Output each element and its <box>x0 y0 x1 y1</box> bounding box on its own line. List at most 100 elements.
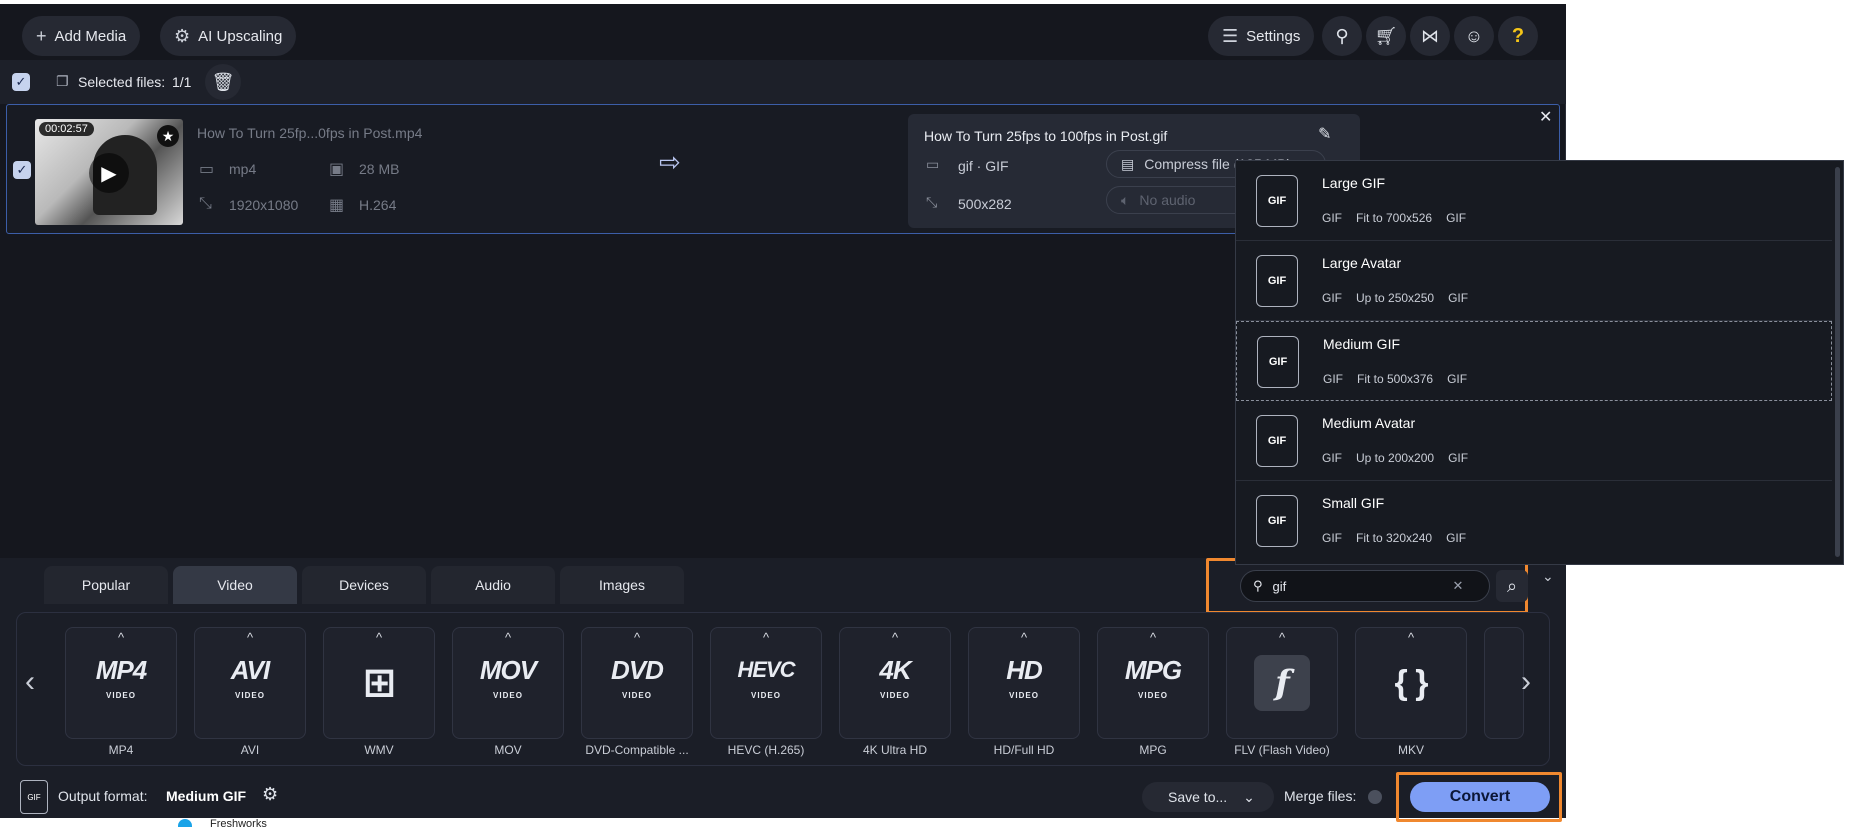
format-hevc[interactable]: ^ HEVC VIDEO <box>710 627 822 739</box>
search-icon[interactable]: ⚲ <box>1322 16 1362 56</box>
close-icon[interactable]: ✕ <box>1539 107 1552 127</box>
mpg-logo: MPG VIDEO <box>1124 655 1182 709</box>
format-label-mkv: MKV <box>1397 743 1424 757</box>
merge-files-toggle[interactable] <box>1368 790 1382 804</box>
merge-files-label: Merge files: <box>1284 788 1357 804</box>
output-format-label: Output format: <box>58 788 148 804</box>
format-label-mp4: MP4 <box>108 743 134 757</box>
resize-icon: ⤡ <box>926 194 938 210</box>
output-format: gif · GIF <box>958 158 1009 174</box>
format-next-partial[interactable] <box>1484 627 1524 739</box>
tab-audio[interactable]: Audio <box>431 566 555 604</box>
hevc-logo-sub: VIDEO <box>751 691 781 700</box>
tab-images[interactable]: Images <box>560 566 684 604</box>
format-label-mpg: MPG <box>1139 743 1167 757</box>
preset-codec: GIF <box>1448 451 1469 465</box>
preset-details: GIF Fit to 700x526 GIF <box>1322 211 1466 225</box>
preset-medium-gif[interactable]: GIF Medium GIF GIF Fit to 500x376 GIF <box>1236 321 1832 401</box>
settings-label: Settings <box>1246 27 1301 45</box>
preset-medium-avatar[interactable]: GIF Medium Avatar GIF Up to 200x200 GIF <box>1236 401 1832 481</box>
preset-size: Fit to 500x376 <box>1357 372 1434 386</box>
source-codec: H.264 <box>359 197 397 213</box>
add-media-button[interactable]: + Add Media <box>22 16 141 56</box>
gif-file-icon: GIF <box>1256 495 1298 547</box>
chevron-up-icon: ^ <box>117 630 125 645</box>
format-flv[interactable]: ^ f <box>1226 627 1338 739</box>
preset-name: Medium GIF <box>1323 336 1401 352</box>
preset-large-gif[interactable]: GIF Large GIF GIF Fit to 700x526 GIF <box>1236 161 1832 241</box>
chevron-left-icon[interactable]: ‹ <box>25 665 35 699</box>
ai-upscaling-button[interactable]: ⚙ AI Upscaling <box>160 16 297 56</box>
gear-icon[interactable]: ⚙ <box>262 784 278 805</box>
format-mov[interactable]: ^ MOV VIDEO <box>452 627 564 739</box>
chevron-down-icon[interactable]: ⌄ <box>1542 568 1554 585</box>
preset-details: GIF Up to 200x200 GIF <box>1322 451 1468 465</box>
flash-icon: f <box>1254 655 1310 711</box>
format-mpg[interactable]: ^ MPG VIDEO <box>1097 627 1209 739</box>
tab-video[interactable]: Video <box>173 566 297 604</box>
audio-label: No audio <box>1139 192 1196 208</box>
format-hd[interactable]: ^ HD VIDEO <box>968 627 1080 739</box>
chevron-down-icon[interactable]: ⌄ <box>1243 789 1255 806</box>
source-file-name: How To Turn 25fp...0fps in Post.mp4 <box>197 125 423 141</box>
format-panel: Popular Video Devices Audio Images ⚲ ✕ ⌕… <box>0 558 1566 822</box>
chevron-right-icon[interactable]: › <box>1521 665 1531 699</box>
trash-icon[interactable]: 🗑︎ <box>205 64 241 100</box>
save-to-button[interactable]: Save to... ⌄ <box>1142 782 1274 812</box>
selected-files-label: Selected files: <box>78 74 166 90</box>
cart-icon[interactable]: 🛒︎ <box>1366 16 1406 56</box>
chevron-up-icon: ^ <box>504 630 512 645</box>
preset-large-avatar[interactable]: GIF Large Avatar GIF Up to 250x250 GIF <box>1236 241 1832 321</box>
preset-small-gif[interactable]: GIF Small GIF GIF Fit to 320x240 GIF <box>1236 481 1832 561</box>
convert-arrow-icon: ⇨ <box>659 147 681 177</box>
source-resolution: 1920x1080 <box>229 197 299 213</box>
format-mp4[interactable]: ^ MP4 VIDEO <box>65 627 177 739</box>
mp4-logo-sub: VIDEO <box>106 691 136 700</box>
format-4k[interactable]: ^ 4K VIDEO <box>839 627 951 739</box>
settings-button[interactable]: ☰ Settings <box>1208 16 1315 56</box>
hevc-logo-text: HEVC <box>737 657 795 682</box>
tab-devices[interactable]: Devices <box>302 566 426 604</box>
ai-icon: ⚙ <box>174 25 191 46</box>
hd-logo: HD VIDEO <box>1006 657 1043 709</box>
preset-codec: GIF <box>1446 211 1467 225</box>
preset-details: GIF Up to 250x250 GIF <box>1322 291 1468 305</box>
gif-file-icon: GIF <box>1256 415 1298 467</box>
file-checkbox[interactable]: ✓ <box>13 161 31 179</box>
play-icon[interactable]: ▶ <box>89 153 129 193</box>
plus-icon: + <box>36 25 47 46</box>
preset-format: GIF <box>1322 451 1342 465</box>
tab-popular[interactable]: Popular <box>44 566 168 604</box>
4k-logo-text: 4K <box>879 655 911 685</box>
windows-logo-icon: ⊞ <box>362 661 397 705</box>
share-icon[interactable]: ⋈ <box>1410 16 1450 56</box>
chevron-up-icon: ^ <box>762 630 770 645</box>
format-avi[interactable]: ^ AVI VIDEO <box>194 627 306 739</box>
find-format-icon[interactable]: ⌕ <box>1496 570 1528 602</box>
format-wmv[interactable]: ^ ⊞ <box>323 627 435 739</box>
dvd-logo: DVD VIDEO <box>611 657 664 709</box>
format-mkv[interactable]: ^ { } <box>1355 627 1467 739</box>
avi-logo: AVI VIDEO <box>231 657 270 709</box>
video-thumbnail[interactable]: 00:02:57 ★ ▶ <box>35 119 183 225</box>
mpg-logo-text: MPG <box>1124 655 1182 685</box>
chevron-up-icon: ^ <box>1020 630 1028 645</box>
chevron-up-icon: ^ <box>891 630 899 645</box>
format-dvd[interactable]: ^ DVD VIDEO <box>581 627 693 739</box>
output-resolution: 500x282 <box>958 196 1012 212</box>
mkv-icon: { } <box>1394 664 1429 702</box>
help-icon[interactable]: ? <box>1498 16 1538 56</box>
preset-codec: GIF <box>1447 372 1468 386</box>
mov-logo-text: MOV <box>479 655 537 685</box>
codec-icon: ▦ <box>329 197 345 214</box>
mov-logo: MOV VIDEO <box>479 655 537 709</box>
dropdown-scrollbar[interactable] <box>1835 167 1840 557</box>
select-all-checkbox[interactable]: ✓ <box>12 73 30 91</box>
star-icon[interactable]: ★ <box>157 125 179 147</box>
output-file-name: How To Turn 25fps to 100fps in Post.gif <box>924 128 1168 144</box>
account-icon[interactable]: ☺ <box>1454 16 1494 56</box>
avi-logo-sub: VIDEO <box>235 691 265 700</box>
format-icon: ▭ <box>926 156 940 172</box>
gif-file-icon: GIF <box>1257 336 1299 388</box>
edit-icon[interactable]: ✎ <box>1318 124 1331 144</box>
